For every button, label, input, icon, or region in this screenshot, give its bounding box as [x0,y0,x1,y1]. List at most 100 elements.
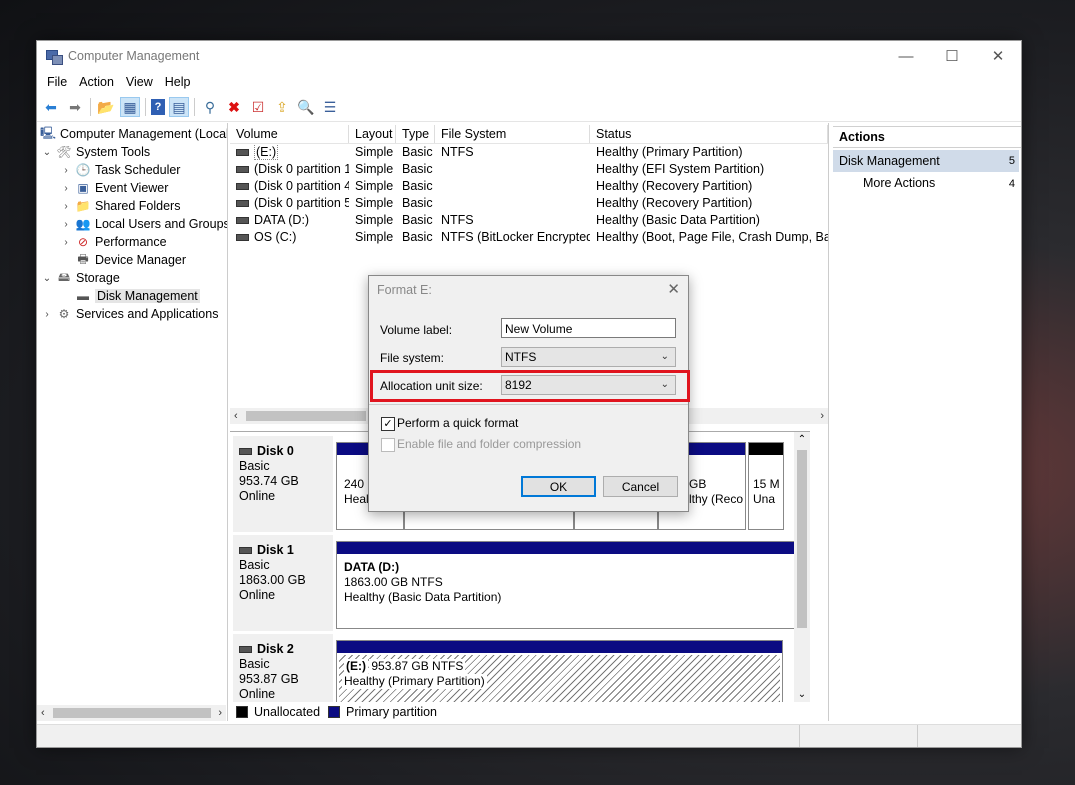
scroll-left-icon[interactable]: ‹ [230,410,238,422]
tree-item-storage[interactable]: ⌄ 🖴 Storage [41,269,120,287]
tree-label: Task Scheduler [95,163,181,177]
unallocated-swatch [236,706,248,718]
up-folder-icon[interactable]: 📂 [96,97,116,117]
tree-item-performance[interactable]: › ⊘ Performance [60,233,167,251]
disk1-partition-data[interactable]: DATA (D:) 1863.00 GB NTFS Healthy (Basic… [336,541,806,629]
disk-1-label[interactable]: Disk 1 Basic 1863.00 GB Online [233,535,333,631]
drive-icon [236,183,249,191]
tree-label: Performance [95,235,167,249]
dialog-title: Format E: [377,283,432,297]
volume-fs: NTFS [441,145,474,159]
column-header-status[interactable]: Status [590,125,828,143]
more-actions-arrow-icon[interactable]: 4 [1009,178,1015,190]
console-tree: 🖳 Computer Management (Local ⌄ 🛠 System … [37,123,228,721]
chevron-right-icon[interactable]: › [60,219,72,230]
tree-item-shared-folders[interactable]: › 📁 Shared Folders [60,197,180,215]
tree-item-local-users[interactable]: › 👥 Local Users and Groups [60,215,227,233]
tree-item-root[interactable]: 🖳 Computer Management (Local [40,125,227,143]
column-header-layout[interactable]: Layout [349,125,396,143]
ok-button[interactable]: OK [521,476,596,497]
actions-section-disk-management[interactable]: Disk Management 5 [833,150,1019,172]
collapse-arrow-icon[interactable]: 5 [1009,150,1015,172]
volume-row[interactable]: (Disk 0 partition 1) Simple Basic Health… [230,162,828,179]
checklist-icon[interactable]: ☑ [248,97,268,117]
tree-item-event-viewer[interactable]: › ▣ Event Viewer [60,179,168,197]
volume-name-cell: (E:) [230,145,349,162]
partition-bar [337,542,805,554]
disk-0-label[interactable]: Disk 0 Basic 953.74 GB Online [233,436,333,532]
column-header-file-system[interactable]: File System [435,125,590,143]
quick-format-checkbox[interactable]: ✓ [381,417,395,431]
more-actions-link[interactable]: More Actions [863,176,935,190]
search-folder-icon[interactable]: 🔍 [296,97,316,117]
disk-2-label[interactable]: Disk 2 Basic 953.87 GB Online [233,634,333,702]
tree-item-device-manager[interactable]: 🖶 Device Manager [76,251,186,269]
menu-help[interactable]: Help [159,75,197,89]
help-icon[interactable]: ? [151,99,165,115]
chevron-right-icon[interactable]: › [60,165,72,176]
folder-up-icon[interactable]: ⇪ [272,97,292,117]
volume-row[interactable]: (E:) Simple Basic NTFS Healthy (Primary … [230,145,828,162]
partition-bar [749,443,783,455]
volume-fs: NTFS [441,213,474,227]
properties-icon[interactable]: ☰ [320,97,340,117]
cancel-button[interactable]: Cancel [603,476,678,497]
show-hide-action-pane-icon[interactable]: ▤ [169,97,189,117]
volume-fs [435,179,590,196]
scroll-down-icon[interactable]: ⌄ [794,689,810,700]
volume-label-input[interactable]: New Volume [501,318,676,338]
actions-pane: Actions Disk Management 5 More Actions 4 [831,123,1021,721]
scroll-left-icon[interactable]: ‹ [37,707,45,719]
chevron-right-icon[interactable]: › [60,183,72,194]
chevron-right-icon[interactable]: › [41,309,53,320]
volume-row[interactable]: OS (C:) Simple Basic NTFS (BitLocker Enc… [230,230,828,247]
minimize-button[interactable]: — [883,41,929,71]
menu-file[interactable]: File [41,75,73,89]
tree-item-services[interactable]: › ⚙ Services and Applications [41,305,218,323]
volume-row[interactable]: (Disk 0 partition 4) Simple Basic Health… [230,179,828,196]
volume-row[interactable]: (Disk 0 partition 5) Simple Basic Health… [230,196,828,213]
volume-fs [435,162,590,179]
menu-view[interactable]: View [120,75,159,89]
disk2-partition-e[interactable]: (E:) 953.87 GB NTFS Healthy (Primary Par… [336,640,783,702]
volume-layout: Simple [355,213,394,227]
scroll-up-icon[interactable]: ⌃ [794,432,810,445]
disk-type: Basic [239,459,270,473]
file-system-select[interactable]: NTFS ⌄ [501,347,676,367]
close-button[interactable]: ✕ [975,41,1021,71]
back-arrow-icon[interactable]: ⬅ [41,97,61,117]
tree-item-system-tools[interactable]: ⌄ 🛠 System Tools [41,143,150,161]
scrollbar-thumb[interactable] [797,450,807,628]
column-header-volume[interactable]: Volume [230,125,349,143]
chevron-right-icon[interactable]: › [60,201,72,212]
users-icon: 👥 [75,217,91,231]
menu-action[interactable]: Action [73,75,120,89]
volume-status: Healthy (Basic Data Partition) [596,213,760,227]
chevron-right-icon[interactable]: › [60,237,72,248]
tree-item-disk-management[interactable]: ▬ Disk Management [76,287,200,305]
tree-label: Disk Management [95,289,200,303]
scrollbar-thumb[interactable] [53,708,211,718]
column-header-type[interactable]: Type [396,125,435,143]
disk-view-vertical-scrollbar[interactable]: ⌃ ⌄ [794,432,810,702]
show-hide-console-tree-icon[interactable]: ▦ [120,97,140,117]
compression-checkbox[interactable] [381,438,395,452]
quick-format-label[interactable]: Perform a quick format [397,416,518,430]
chevron-down-icon[interactable]: ⌄ [41,147,53,158]
volume-row[interactable]: DATA (D:) Simple Basic NTFS Healthy (Bas… [230,213,828,230]
tree-label: Storage [76,271,120,285]
disk0-partition-5[interactable]: 15 M Una [748,442,784,530]
tree-item-task-scheduler[interactable]: › 🕒 Task Scheduler [60,161,180,179]
dialog-close-icon[interactable]: ✕ [667,280,680,298]
scroll-right-icon[interactable]: › [218,707,226,719]
maximize-button[interactable]: ☐ [929,41,975,71]
compression-label[interactable]: Enable file and folder compression [397,437,581,451]
tree-horizontal-scrollbar[interactable]: ‹ › [37,705,226,721]
volume-type: Basic [402,145,433,159]
forward-arrow-icon[interactable]: ➡ [65,97,85,117]
scroll-right-icon[interactable]: › [820,410,828,422]
delete-icon[interactable]: ✖ [224,97,244,117]
connect-icon[interactable]: ⚲ [200,97,220,117]
scrollbar-thumb[interactable] [246,411,366,421]
chevron-down-icon[interactable]: ⌄ [41,273,53,284]
